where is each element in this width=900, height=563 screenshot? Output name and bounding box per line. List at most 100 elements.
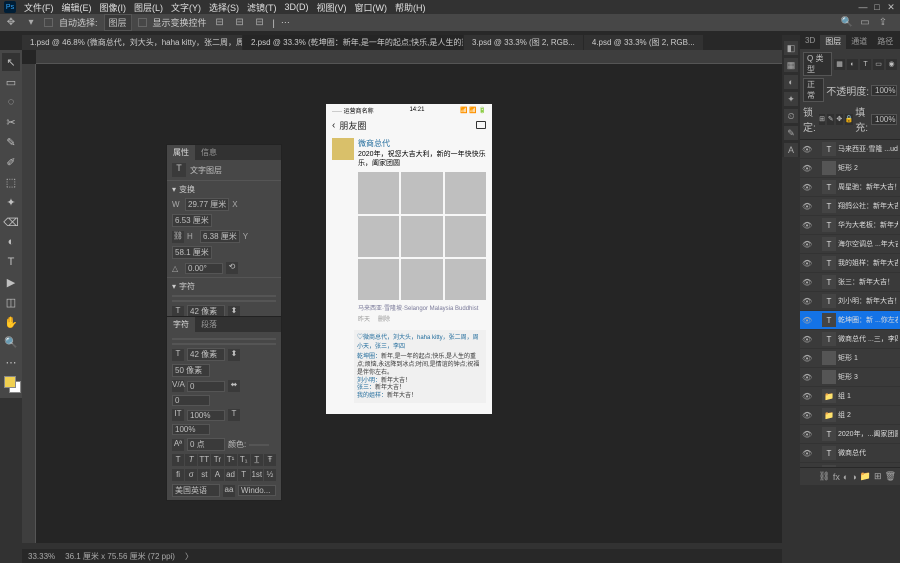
visibility-icon[interactable]: 👁 — [802, 202, 812, 211]
font-dropdown[interactable] — [172, 295, 276, 297]
share-icon[interactable]: ⇪ — [876, 16, 890, 30]
show-transform-checkbox[interactable] — [138, 18, 147, 27]
path-tool[interactable]: ▶ — [2, 273, 20, 291]
minimize-button[interactable]: — — [858, 2, 868, 12]
angle-field[interactable]: 0.00° — [185, 263, 223, 274]
visibility-icon[interactable]: 👁 — [802, 392, 812, 401]
y-field[interactable]: 58.1 厘米 — [172, 246, 212, 259]
eyedropper-tool[interactable]: ✎ — [2, 133, 20, 151]
doc-tab[interactable]: 4.psd @ 33.3% (图 2, RGB... — [584, 35, 703, 50]
layer-row[interactable]: 👁矩形 2 — [800, 159, 900, 178]
visibility-icon[interactable]: 👁 — [802, 278, 812, 287]
search-icon[interactable]: 🔍 — [840, 16, 854, 30]
eraser-tool[interactable]: ⌫ — [2, 213, 20, 231]
fill-field[interactable]: 100% — [871, 114, 897, 125]
auto-select-checkbox[interactable] — [44, 18, 53, 27]
bold-icon[interactable]: T — [172, 454, 184, 466]
delete-icon[interactable]: 🗑 — [885, 471, 896, 482]
arrange-icon[interactable]: ▭ — [858, 16, 872, 30]
visibility-icon[interactable]: 👁 — [802, 259, 812, 268]
tool-preset-icon[interactable]: ▾ — [24, 16, 38, 30]
align-icon[interactable]: ⊟ — [253, 16, 267, 30]
lasso-tool[interactable]: ◌ — [2, 93, 20, 111]
mask-icon[interactable]: ◐ — [843, 472, 848, 482]
tab-paths[interactable]: 路径 — [872, 35, 898, 49]
layer-row[interactable]: 👁T我的姐样：新年大吉！ — [800, 254, 900, 273]
visibility-icon[interactable]: 👁 — [802, 183, 812, 192]
tab-paragraph[interactable]: 段落 — [195, 317, 223, 332]
brush-tool[interactable]: ✐ — [2, 153, 20, 171]
group-icon[interactable]: 📁 — [860, 471, 871, 482]
width-field[interactable]: 29.77 厘米 — [185, 198, 229, 211]
visibility-icon[interactable]: 👁 — [802, 297, 812, 306]
visibility-icon[interactable]: 👁 — [802, 411, 812, 420]
tab-layers[interactable]: 图层 — [820, 35, 846, 49]
layer-row[interactable]: 👁T乾坤圈：新 ...你左右。 — [800, 311, 900, 330]
tab-properties[interactable]: 属性 — [167, 145, 195, 160]
gradient-tool[interactable]: ◐ — [2, 233, 20, 251]
more-tools[interactable]: ⋯ — [2, 353, 20, 371]
layer-row[interactable]: 👁T微商总代 — [800, 444, 900, 463]
x-field[interactable]: 6.53 厘米 — [172, 214, 212, 227]
layer-row[interactable]: 👁T张三：新年大吉！ — [800, 273, 900, 292]
flip-icon[interactable]: ⟲ — [226, 262, 238, 274]
adjust-icon[interactable]: ◐ — [784, 75, 798, 89]
filter-dropdown[interactable]: Q 类型 — [803, 52, 832, 76]
font-dropdown[interactable] — [172, 338, 276, 340]
menu-item[interactable]: 视图(V) — [317, 1, 347, 14]
weight-dropdown[interactable] — [172, 343, 276, 345]
menu-item[interactable]: 文字(Y) — [171, 1, 201, 14]
section-transform[interactable]: ▾ 变换 — [172, 184, 276, 195]
shape-tool[interactable]: ◫ — [2, 293, 20, 311]
char-icon[interactable]: A — [784, 143, 798, 157]
visibility-icon[interactable]: 👁 — [802, 164, 812, 173]
blend-dropdown[interactable]: 正常 — [803, 78, 824, 102]
visibility-icon[interactable]: 👁 — [802, 354, 812, 363]
visibility-icon[interactable]: 👁 — [802, 240, 812, 249]
doc-tab[interactable]: 1.psd @ 46.8% (微商总代，刘大头，haha kitty，张二周，周… — [22, 35, 242, 50]
lock-icon[interactable]: ⊞ — [819, 114, 826, 125]
crop-tool[interactable]: ✂ — [2, 113, 20, 131]
layer-row[interactable]: 👁矩形 3 — [800, 368, 900, 387]
layer-row[interactable]: 👁T华为大老板：新年大吉！ — [800, 216, 900, 235]
ruler-horizontal[interactable] — [36, 50, 782, 64]
auto-select-dropdown[interactable]: 图层 — [104, 14, 132, 31]
link-layers-icon[interactable]: ⛓ — [818, 471, 829, 482]
doc-tab[interactable]: 2.psd @ 33.3% (乾坤圈：新年,是一年的起点;快乐,是人生的重点;烦… — [243, 35, 463, 50]
visibility-icon[interactable]: 👁 — [802, 145, 812, 154]
hand-tool[interactable]: ✋ — [2, 313, 20, 331]
fg-color[interactable] — [4, 376, 16, 388]
tab-character[interactable]: 字符 — [167, 317, 195, 332]
opacity-field[interactable]: 100% — [871, 85, 897, 96]
menu-item[interactable]: 图层(L) — [134, 1, 163, 14]
menu-item[interactable]: 窗口(W) — [355, 1, 388, 14]
weight-dropdown[interactable] — [172, 300, 276, 302]
section-character[interactable]: ▾ 字符 — [172, 281, 276, 292]
layer-row[interactable]: 👁T2020年，...阖家团圆 — [800, 425, 900, 444]
fx-icon[interactable]: fx — [833, 472, 840, 482]
layer-row[interactable]: 👁📁组 2 — [800, 406, 900, 425]
layer-row[interactable]: 👁T周星驰：新年大吉！ — [800, 178, 900, 197]
type-tool[interactable]: T — [2, 253, 20, 271]
wand-tool[interactable]: ✦ — [2, 193, 20, 211]
visibility-icon[interactable]: 👁 — [802, 373, 812, 382]
menu-item[interactable]: 滤镜(T) — [247, 1, 277, 14]
layer-row[interactable]: 👁T马来西亚·雪隆 ...uddhist — [800, 140, 900, 159]
align-icon[interactable]: ⊟ — [233, 16, 247, 30]
visibility-icon[interactable]: 👁 — [802, 430, 812, 439]
color-swatches[interactable] — [2, 376, 20, 396]
tab-3d[interactable]: 3D — [800, 35, 820, 49]
menu-item[interactable]: 选择(S) — [209, 1, 239, 14]
italic-icon[interactable]: T — [185, 454, 197, 466]
ruler-vertical[interactable] — [22, 64, 36, 543]
marquee-tool[interactable]: ▭ — [2, 73, 20, 91]
visibility-icon[interactable]: 👁 — [802, 221, 812, 230]
menu-item[interactable]: 3D(D) — [285, 2, 309, 12]
brush-icon[interactable]: ✎ — [784, 126, 798, 140]
height-field[interactable]: 6.38 厘米 — [200, 230, 240, 243]
close-button[interactable]: ✕ — [886, 2, 896, 12]
color-swatch[interactable] — [249, 444, 269, 446]
history-icon[interactable]: ⏲ — [784, 109, 798, 123]
tab-channels[interactable]: 通道 — [846, 35, 872, 49]
menu-item[interactable]: 帮助(H) — [395, 1, 426, 14]
